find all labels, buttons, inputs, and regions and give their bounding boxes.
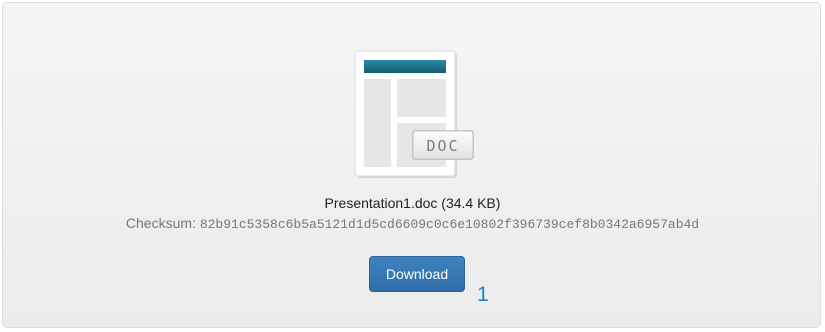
file-name: Presentation1.doc	[324, 195, 438, 211]
checksum-label: Checksum:	[125, 215, 196, 231]
file-info: Presentation1.doc (34.4 KB)	[3, 194, 822, 212]
file-size: (34.4 KB)	[441, 195, 501, 211]
document-icon: DOC	[354, 50, 476, 180]
checksum-line: Checksum: 82b91c5358c6b5a5121d1d5cd6609c…	[3, 214, 822, 234]
annotation-number: 1	[477, 283, 489, 306]
checksum-value: 82b91c5358c6b5a5121d1d5cd6609c0c6e10802f…	[199, 217, 700, 232]
download-button[interactable]: Download	[369, 256, 465, 292]
doc-type-label: DOC	[426, 137, 460, 155]
file-download-panel: DOC Presentation1.doc (34.4 KB) Checksum…	[2, 2, 821, 328]
